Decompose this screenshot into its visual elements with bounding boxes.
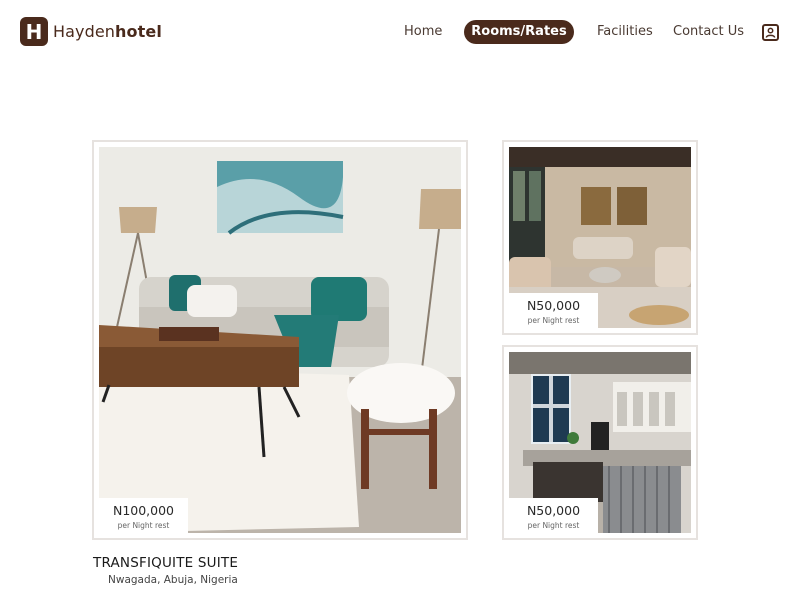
- room-card-kitchen[interactable]: N50,000 per Night rest: [502, 345, 698, 540]
- room-price: N50,000: [526, 298, 581, 313]
- nav-facilities[interactable]: Facilities: [597, 20, 653, 44]
- room-price-unit: per Night rest: [117, 521, 170, 530]
- price-tag: N50,000 per Night rest: [509, 498, 598, 533]
- room-card-featured[interactable]: N100,000 per Night rest: [92, 140, 468, 540]
- room-price-unit: per Night rest: [527, 316, 580, 325]
- kitchen-photo: N50,000 per Night rest: [509, 352, 691, 533]
- room-card-lounge[interactable]: N50,000 per Night rest: [502, 140, 698, 335]
- living-room-photo: N100,000 per Night rest: [99, 147, 461, 533]
- nav-home[interactable]: Home: [404, 20, 442, 44]
- room-price: N50,000: [526, 503, 581, 518]
- page: H Haydenhotel Home Rooms/Rates Facilitie…: [0, 0, 800, 599]
- room-price-unit: per Night rest: [527, 521, 580, 530]
- nav-contact-us[interactable]: Contact Us: [673, 20, 744, 44]
- room-price: N100,000: [112, 503, 175, 518]
- suite-title: TRANSFIQUITE SUITE: [93, 555, 239, 571]
- nav-rooms-rates[interactable]: Rooms/Rates: [464, 20, 574, 44]
- suite-location: Nwagada, Abuja, Nigeria: [108, 574, 238, 586]
- price-tag: N100,000 per Night rest: [99, 498, 188, 533]
- main-nav: Home Rooms/Rates Facilities Contact Us: [0, 20, 800, 44]
- user-profile-icon[interactable]: [762, 24, 779, 41]
- lounge-photo: N50,000 per Night rest: [509, 147, 691, 328]
- price-tag: N50,000 per Night rest: [509, 293, 598, 328]
